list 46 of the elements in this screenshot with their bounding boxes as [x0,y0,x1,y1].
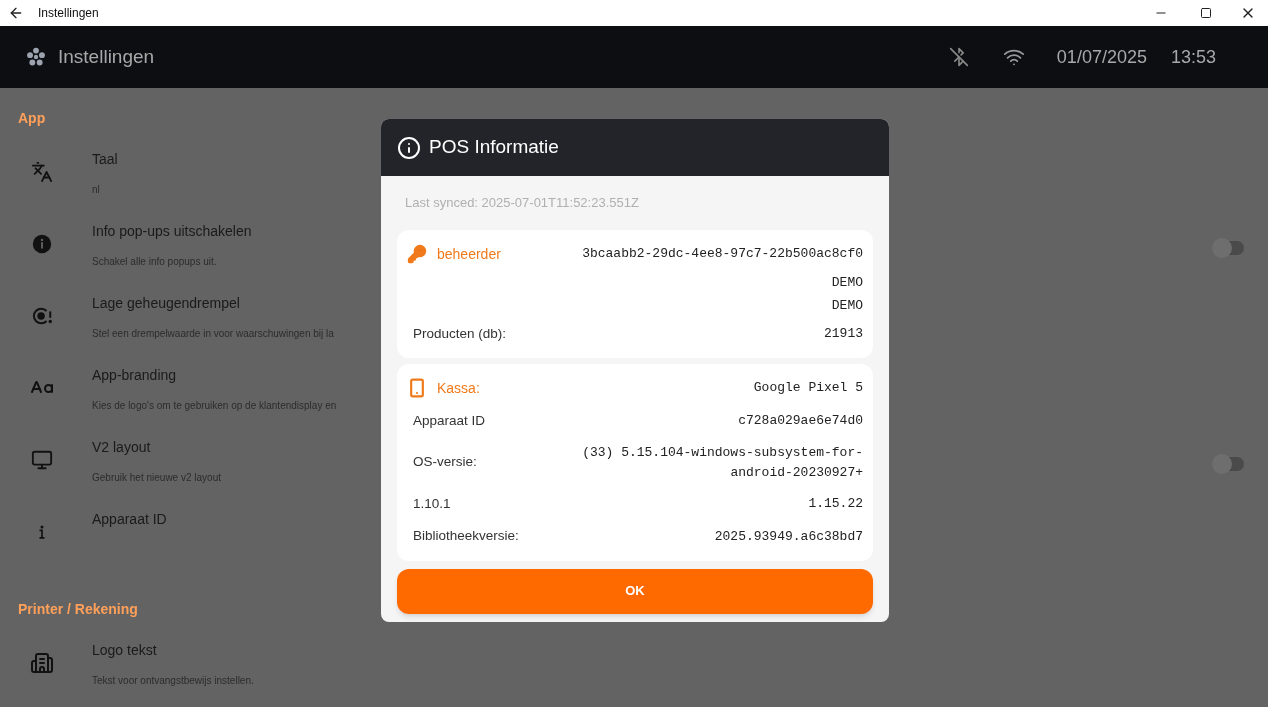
setting-title[interactable]: Apparaat ID [92,509,382,530]
info-value: DEMO [831,273,863,292]
info-value: 21913 [824,324,863,343]
info-label: Bibliotheekversie: [413,527,519,546]
monitor-icon [31,449,53,471]
info-icon [397,135,421,160]
section-heading: Printer / Rekening [18,600,139,619]
last-synced-text: Last synced: 2025-07-01T11:52:23.551Z [405,194,640,212]
info-label: Apparaat ID [413,411,486,430]
logo-icon [25,46,47,68]
key-icon [407,244,427,264]
section-heading: App [18,109,47,128]
date-text: 01/07/2025 [1056,45,1147,69]
window-title: Instellingen [38,5,99,22]
info-label: Producten (db): [413,324,507,343]
setting-title[interactable]: Info pop-ups uitschakelen [92,221,382,242]
card-heading: beheerder [437,244,501,264]
toggle-switch[interactable] [1214,241,1244,255]
info-value: 2025.93949.a6c38bd7 [714,527,863,546]
time-text: 13:53 [1170,45,1216,69]
info-label: OS-versie: [413,453,477,472]
card-heading: Kassa: [437,378,480,398]
translate-icon [31,161,53,183]
info-value: 1.15.22 [808,495,863,514]
info-value: (33) 5.15.104-windows-subsystem-for-android-20230927+ [581,444,863,482]
toggle-switch[interactable] [1214,457,1244,471]
setting-title[interactable]: Logo tekst [92,640,382,661]
info-icon [31,233,53,255]
setting-title[interactable]: App-branding [92,365,382,386]
info-value: DEMO [831,297,863,315]
setting-title[interactable]: Lage geheugendrempel [92,293,382,314]
maximize-icon[interactable] [1200,7,1212,19]
info-label: 1.10.1 [413,495,451,513]
app-title: Instellingen [58,44,155,69]
memory-alert-icon [31,305,53,327]
phone-icon [407,378,427,399]
bluetooth-off-icon [948,47,969,67]
setting-title[interactable]: Taal [92,149,382,170]
ok-button[interactable]: OK [397,568,873,614]
info-value: 3bcaabb2-29dc-4ee8-97c7-22b500ac8cf0 [582,244,863,263]
setting-title[interactable]: V2 layout [92,437,382,458]
info-value: Google Pixel 5 [753,378,863,397]
dialog-title: POS Informatie [429,135,559,160]
building-icon [30,651,54,675]
back-icon[interactable] [8,5,24,21]
info-value: c728a029ae6e74d0 [738,412,863,431]
